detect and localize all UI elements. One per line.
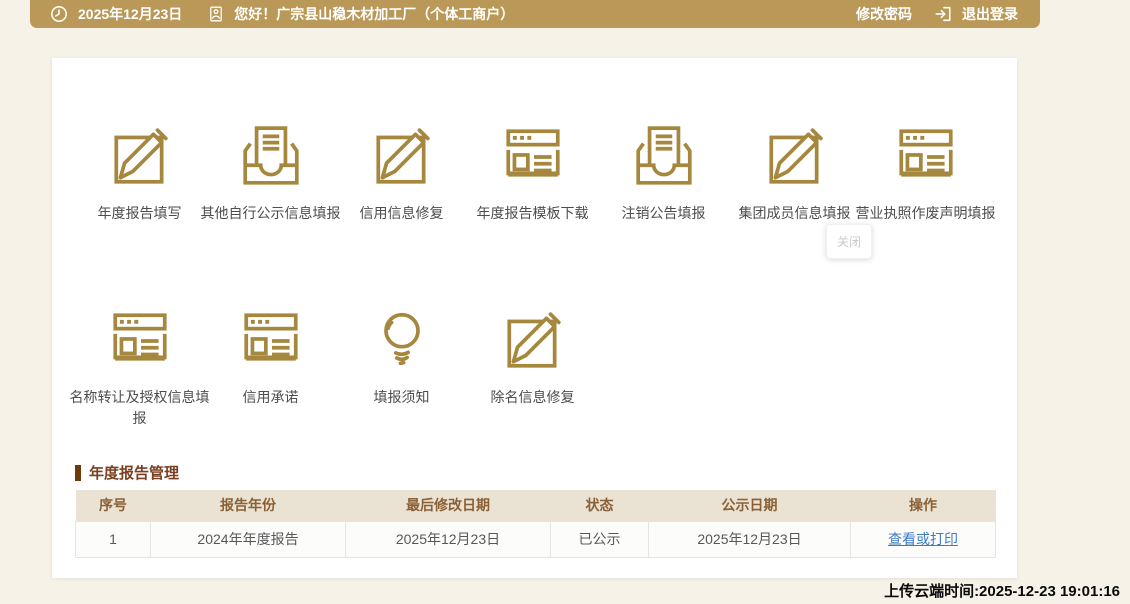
cell-status: 已公示 bbox=[551, 521, 649, 557]
shortcut-label: 名称转让及授权信息填报 bbox=[66, 387, 214, 429]
topbar: 2025年12月23日 您好！广宗县山稳木材加工厂（个体工商户） 修改密码 退出… bbox=[30, 0, 1040, 28]
column-header: 操作 bbox=[851, 490, 996, 521]
browser-icon bbox=[500, 123, 566, 189]
shortcut-item-r1-2[interactable]: 填报须知 bbox=[336, 307, 467, 429]
shortcut-item-r1-0[interactable]: 名称转让及授权信息填报 bbox=[74, 307, 205, 429]
shortcut-label: 注销公告填报 bbox=[590, 203, 738, 224]
shortcut-row-1: 年度报告填写 其他自行公示信息填报 信用信息修复 年度报告模板下载 注销公告填报… bbox=[74, 123, 991, 224]
section-marker bbox=[75, 465, 81, 481]
user-greeting: 您好！广宗县山稳木材加工厂（个体工商户） bbox=[234, 4, 514, 24]
shortcut-item-r0-2[interactable]: 信用信息修复 bbox=[336, 123, 467, 224]
edit-icon bbox=[762, 123, 828, 189]
shortcut-label: 年度报告填写 bbox=[66, 203, 214, 224]
cell-action: 查看或打印 bbox=[851, 521, 996, 557]
shortcut-item-r0-0[interactable]: 年度报告填写 bbox=[74, 123, 205, 224]
inbox-icon bbox=[238, 123, 304, 189]
annual-report-table: 序号报告年份最后修改日期状态公示日期操作 12024年年度报告2025年12月2… bbox=[75, 490, 996, 558]
logout-icon bbox=[934, 5, 952, 23]
browser-icon bbox=[893, 123, 959, 189]
topbar-right: 修改密码 退出登录 bbox=[856, 4, 1018, 24]
shortcut-label: 填报须知 bbox=[328, 387, 476, 408]
user-icon bbox=[208, 6, 224, 22]
bulb-icon bbox=[369, 307, 435, 373]
shortcut-item-r0-5[interactable]: 集团成员信息填报 bbox=[729, 123, 860, 224]
close-tooltip-button[interactable]: 关闭 bbox=[826, 224, 872, 259]
shortcut-label: 信用承诺 bbox=[197, 387, 345, 408]
shortcut-item-r1-3[interactable]: 除名信息修复 bbox=[467, 307, 598, 429]
topbar-left: 2025年12月23日 您好！广宗县山稳木材加工厂（个体工商户） bbox=[50, 4, 514, 24]
shortcut-label: 年度报告模板下载 bbox=[459, 203, 607, 224]
edit-icon bbox=[500, 307, 566, 373]
column-header: 状态 bbox=[551, 490, 649, 521]
cell-publish-date: 2025年12月23日 bbox=[649, 521, 851, 557]
shortcut-label: 其他自行公示信息填报 bbox=[197, 203, 345, 224]
shortcut-item-r0-4[interactable]: 注销公告填报 bbox=[598, 123, 729, 224]
browser-icon bbox=[107, 307, 173, 373]
current-date: 2025年12月23日 bbox=[78, 4, 182, 24]
shortcut-item-r1-1[interactable]: 信用承诺 bbox=[205, 307, 336, 429]
change-password-link[interactable]: 修改密码 bbox=[856, 4, 912, 24]
edit-icon bbox=[369, 123, 435, 189]
shortcut-item-r0-3[interactable]: 年度报告模板下载 bbox=[467, 123, 598, 224]
edit-icon bbox=[107, 123, 173, 189]
table-row: 12024年年度报告2025年12月23日已公示2025年12月23日查看或打印 bbox=[76, 521, 996, 557]
shortcut-label: 除名信息修复 bbox=[459, 387, 607, 408]
cell-report-year: 2024年年度报告 bbox=[151, 521, 346, 557]
column-header: 序号 bbox=[76, 490, 151, 521]
section-title-annual-report: 年度报告管理 bbox=[75, 462, 179, 483]
browser-icon bbox=[238, 307, 304, 373]
shortcut-row-2: 名称转让及授权信息填报 信用承诺 填报须知 除名信息修复 bbox=[74, 307, 598, 429]
clock-icon bbox=[50, 5, 68, 23]
cell-last-modified: 2025年12月23日 bbox=[346, 521, 551, 557]
column-header: 公示日期 bbox=[649, 490, 851, 521]
shortcut-label: 营业执照作废声明填报 bbox=[852, 203, 1000, 224]
shortcut-item-r0-6[interactable]: 营业执照作废声明填报 bbox=[860, 123, 991, 224]
column-header: 报告年份 bbox=[151, 490, 346, 521]
cell-index: 1 bbox=[76, 521, 151, 557]
shortcut-item-r0-1[interactable]: 其他自行公示信息填报 bbox=[205, 123, 336, 224]
inbox-icon bbox=[631, 123, 697, 189]
section-title-text: 年度报告管理 bbox=[89, 462, 179, 483]
main-panel: 年度报告填写 其他自行公示信息填报 信用信息修复 年度报告模板下载 注销公告填报… bbox=[52, 58, 1017, 578]
view-or-print-link[interactable]: 查看或打印 bbox=[888, 531, 958, 547]
column-header: 最后修改日期 bbox=[346, 490, 551, 521]
table-header-row: 序号报告年份最后修改日期状态公示日期操作 bbox=[76, 490, 996, 521]
logout-link[interactable]: 退出登录 bbox=[962, 4, 1018, 24]
upload-time-text: 上传云端时间:2025-12-23 19:01:16 bbox=[884, 580, 1120, 601]
shortcut-label: 信用信息修复 bbox=[328, 203, 476, 224]
shortcut-label: 集团成员信息填报 bbox=[721, 203, 869, 224]
